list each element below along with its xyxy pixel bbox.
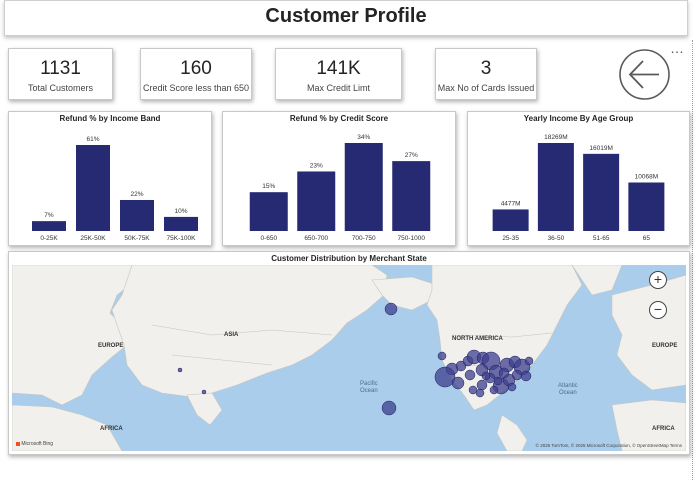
category-tick-label: 750-1000 — [398, 235, 426, 242]
map-label-asia: ASIA — [224, 332, 239, 338]
kpi-value: 160 — [180, 58, 212, 79]
kpi-card-max-credit-limit: 141K Max Credit Limt — [275, 48, 402, 100]
state-bubble[interactable] — [489, 385, 499, 395]
world-map-svg — [12, 265, 686, 451]
bar-0-650[interactable] — [249, 192, 288, 231]
state-bubble[interactable] — [476, 379, 488, 391]
landmass-asia — [111, 265, 388, 398]
kpi-value: 1131 — [40, 58, 81, 79]
kpi-value: 141K — [316, 58, 361, 79]
state-bubble[interactable] — [437, 351, 447, 361]
map-label-africa: AFRICA — [100, 426, 123, 432]
map-label-europe: EUROPE — [98, 343, 124, 349]
bar-65[interactable] — [628, 182, 665, 231]
chart-income-by-age-group[interactable]: Yearly Income By Age Group 4477M 25-35 182… — [467, 111, 690, 246]
map-attribution[interactable]: © 2025 TomTom, © 2025 Microsoft Corporat… — [536, 443, 682, 448]
category-tick-label: 25-35 — [502, 235, 519, 242]
zoom-in-button[interactable]: + — [649, 271, 667, 289]
category-tick-label: 700-750 — [352, 235, 376, 242]
state-bubble[interactable] — [475, 388, 485, 398]
state-bubble[interactable] — [201, 389, 207, 395]
bar-chart-svg: 4477M 25-35 18269M 36-50 16019M 51-65 10068M 65 — [492, 134, 665, 242]
data-label: 23% — [310, 162, 323, 169]
state-bubble[interactable] — [520, 370, 532, 382]
state-bubble[interactable] — [498, 367, 510, 379]
category-tick-label: 0-650 — [260, 235, 277, 242]
category-tick-label: 650-700 — [304, 235, 328, 242]
state-bubble[interactable] — [524, 356, 534, 366]
map-visual[interactable]: Customer Distribution by Merchant State — [8, 251, 690, 455]
data-label: 4477M — [501, 200, 521, 207]
zoom-out-button[interactable]: − — [649, 301, 667, 319]
data-label: 22% — [130, 191, 143, 198]
microsoft-logo-icon — [16, 441, 20, 446]
data-label: 10% — [174, 208, 187, 215]
bar-25-35[interactable] — [492, 209, 529, 231]
bar-36-50[interactable] — [537, 143, 574, 231]
landmass-central-america — [496, 414, 528, 451]
data-label: 34% — [357, 134, 370, 141]
bar-650-700[interactable] — [297, 171, 336, 231]
data-label: 7% — [44, 212, 54, 219]
data-label: 15% — [262, 183, 275, 190]
state-bubble[interactable] — [507, 382, 517, 392]
state-bubble[interactable] — [481, 371, 491, 381]
kpi-card-total-customers: 1131 Total Customers — [8, 48, 113, 100]
landmass-europe-west — [12, 265, 133, 406]
kpi-value: 3 — [480, 58, 492, 79]
map-label-atlantic: Atlantic Ocean — [558, 383, 578, 396]
more-options-icon[interactable]: … — [670, 41, 685, 55]
category-tick-label: 25K-50K — [80, 235, 106, 242]
kpi-label: Total Customers — [27, 83, 94, 93]
kpi-card-max-cards: 3 Max No of Cards Issued — [435, 48, 537, 100]
bing-logo: Microsoft Bing — [16, 441, 53, 447]
category-tick-label: 65 — [643, 235, 651, 242]
page-title: Customer Profile — [265, 5, 427, 27]
state-bubble[interactable] — [451, 376, 465, 390]
state-bubble[interactable] — [177, 367, 183, 373]
category-tick-label: 51-65 — [593, 235, 610, 242]
bar-chart-svg: 15% 0-650 23% 650-700 34% 700-750 27% 750-1000 — [249, 134, 431, 242]
chart-refund-by-credit-score[interactable]: Refund % by Credit Score 15% 0-650 23% 650-… — [222, 111, 456, 246]
map-canvas[interactable]: ASIA EUROPE EUROPE NORTH AMERICA AFRICA … — [12, 265, 686, 451]
landmass-europe-east — [611, 274, 686, 391]
category-tick-label: 36-50 — [548, 235, 565, 242]
state-bubble[interactable] — [384, 302, 398, 316]
state-bubble[interactable] — [493, 376, 503, 386]
category-tick-label: 50K-75K — [124, 235, 150, 242]
map-label-africa: AFRICA — [652, 426, 675, 432]
state-bubble[interactable] — [381, 400, 397, 416]
bar-51-65[interactable] — [583, 153, 620, 231]
category-tick-label: 0-25K — [40, 235, 58, 242]
category-tick-label: 75K-100K — [167, 235, 197, 242]
bar-0-25K[interactable] — [32, 221, 66, 231]
data-label: 10068M — [635, 174, 659, 181]
bar-75K-100K[interactable] — [164, 216, 198, 231]
landmass-india — [186, 392, 223, 426]
map-label-north-america: NORTH AMERICA — [452, 336, 503, 342]
kpi-label: Max No of Cards Issued — [437, 83, 535, 93]
kpi-label: Credit Score less than 650 — [142, 83, 250, 93]
data-label: 61% — [86, 136, 99, 143]
bing-brand-text: Microsoft Bing — [21, 441, 54, 447]
state-bubble[interactable] — [464, 369, 476, 381]
map-label-pacific: Pacific Ocean — [360, 381, 378, 394]
data-label: 18269M — [544, 134, 568, 141]
kpi-card-credit-score: 160 Credit Score less than 650 — [140, 48, 252, 100]
map-label-europe: EUROPE — [652, 343, 678, 349]
bar-chart-svg: 7% 0-25K 61% 25K-50K 22% 50K-75K 10% 75K-100K — [32, 136, 198, 242]
map-title: Customer Distribution by Merchant State — [271, 254, 427, 263]
data-label: 16019M — [589, 145, 613, 152]
page-title-banner: Customer Profile — [4, 0, 688, 36]
back-button[interactable] — [618, 48, 671, 101]
bar-700-750[interactable] — [344, 143, 383, 231]
bar-750-1000[interactable] — [392, 161, 431, 231]
kpi-label: Max Credit Limt — [306, 83, 370, 93]
bar-25K-50K[interactable] — [76, 145, 110, 231]
data-label: 27% — [405, 152, 418, 159]
chart-refund-by-income-band[interactable]: Refund % by Income Band 7% 0-25K 61% 25K-50… — [8, 111, 212, 246]
bar-50K-75K[interactable] — [120, 199, 154, 231]
page-divider — [692, 40, 693, 480]
back-arrow-icon — [619, 49, 670, 100]
